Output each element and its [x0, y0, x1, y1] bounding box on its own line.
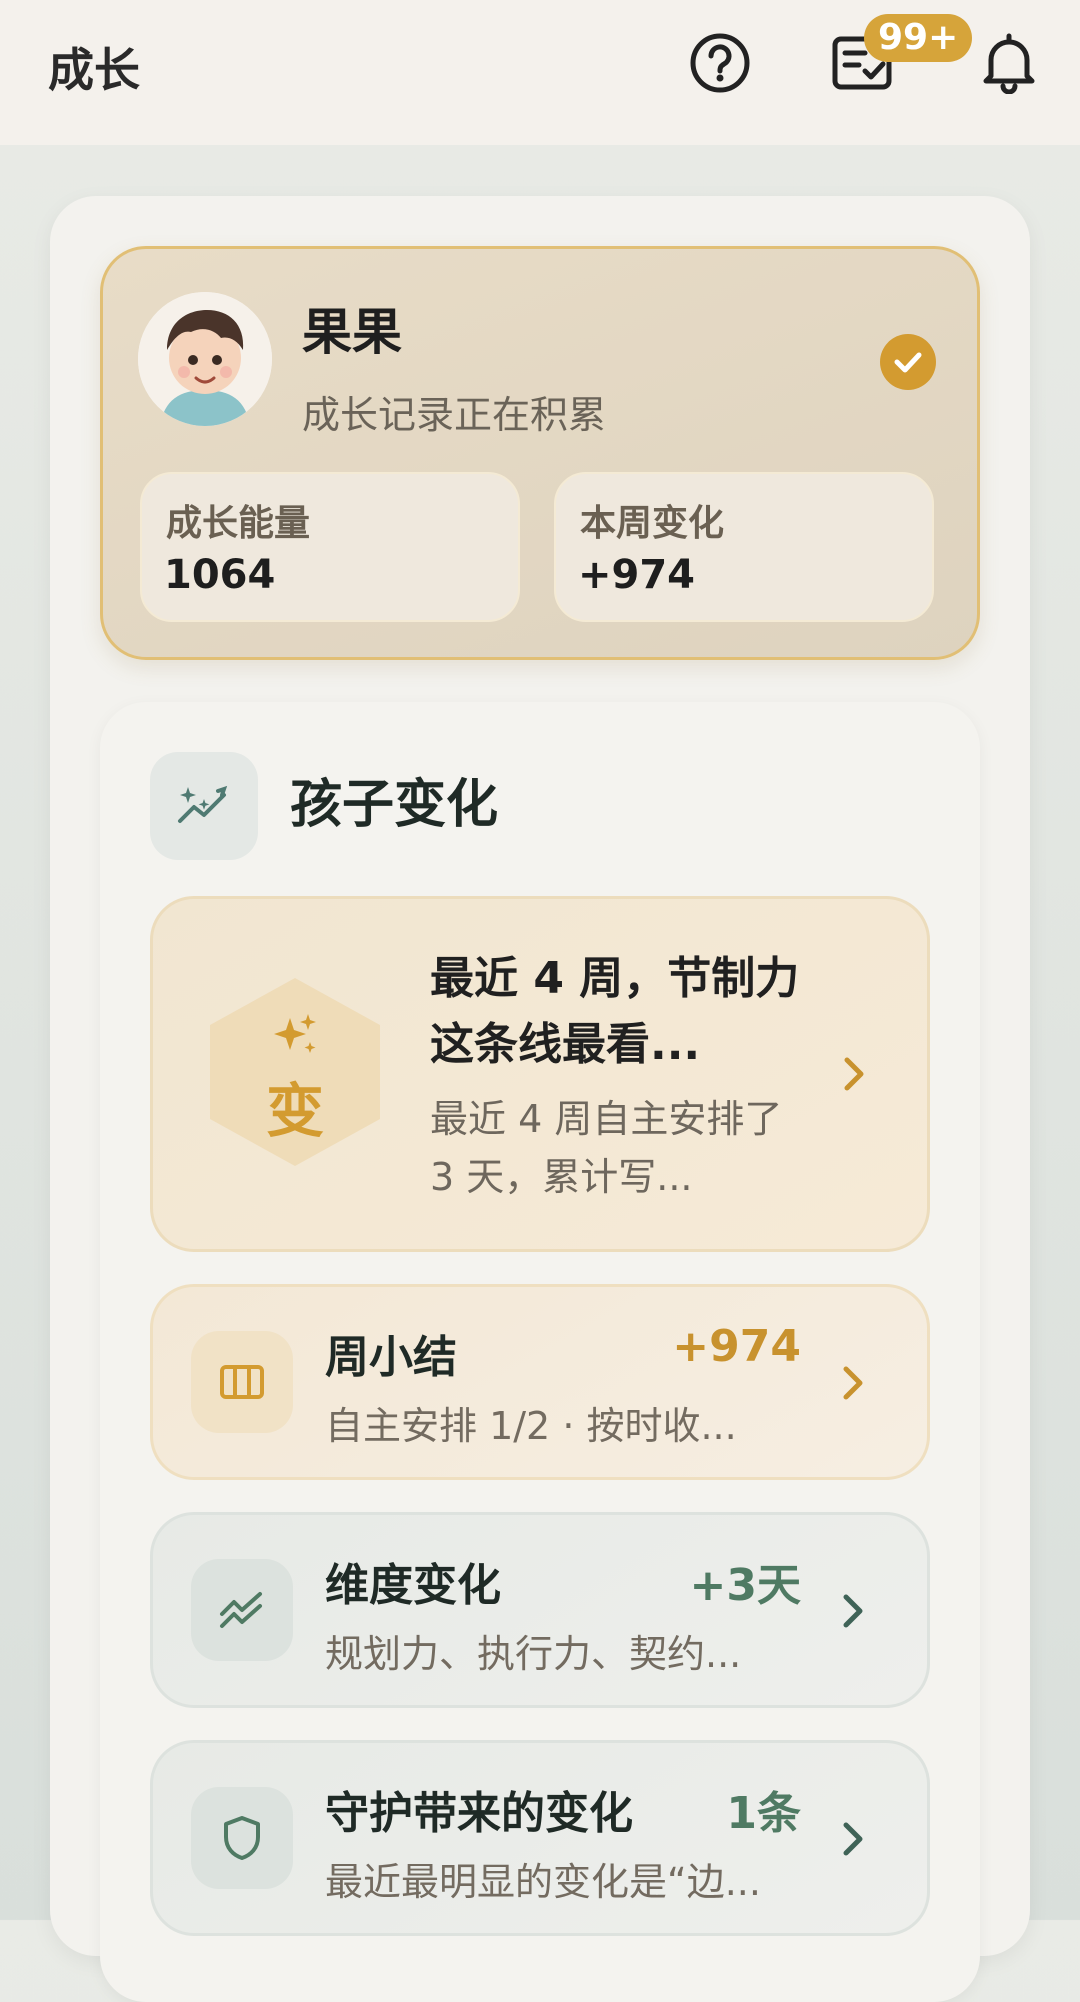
weekly-change-stat: 本周变化 +974 — [554, 472, 934, 622]
stat-value: 1064 — [164, 552, 276, 598]
highlight-description: 最近 4 周自主安排了 3 天，累计写... — [430, 1097, 783, 1199]
avatar — [138, 292, 272, 426]
profile-subtitle: 成长记录正在积累 — [302, 393, 607, 437]
stat-label: 本周变化 — [580, 503, 725, 544]
child-name: 果果 — [302, 303, 402, 361]
trend-icon — [191, 1559, 293, 1661]
section-title: 孩子变化 — [290, 775, 499, 835]
sparkle-trend-icon — [150, 752, 258, 860]
dimension-change-row[interactable]: 维度变化 +3天 规划力、执行力、契约... — [150, 1512, 930, 1708]
row-value: 1条 — [726, 1788, 801, 1839]
chevron-right-icon[interactable] — [834, 1054, 874, 1094]
shield-icon — [191, 1787, 293, 1889]
row-value: +3天 — [689, 1560, 801, 1611]
row-value: +974 — [672, 1321, 801, 1372]
guardian-change-row[interactable]: 守护带来的变化 1条 最近最明显的变化是“边... — [150, 1740, 930, 1936]
stat-value: +974 — [578, 552, 696, 598]
chevron-right-icon[interactable] — [833, 1363, 873, 1403]
growth-energy-stat: 成长能量 1064 — [140, 472, 520, 622]
row-title: 维度变化 — [325, 1560, 501, 1611]
check-circle-icon — [880, 334, 936, 390]
chevron-right-icon[interactable] — [833, 1819, 873, 1859]
bell-icon[interactable] — [974, 28, 1044, 98]
row-description: 自主安排 1/2 · 按时收... — [325, 1404, 737, 1448]
badge-character: 变 — [265, 1077, 324, 1145]
notification-badge: 99+ — [864, 14, 973, 62]
row-title: 周小结 — [325, 1332, 457, 1383]
highlight-title: 最近 4 周，节制力这条线最看... — [430, 953, 800, 1070]
stat-label: 成长能量 — [166, 503, 311, 544]
sparkle-icon — [270, 1012, 320, 1062]
help-icon[interactable] — [685, 28, 755, 98]
page-title: 成长 — [48, 43, 140, 97]
chevron-right-icon[interactable] — [833, 1591, 873, 1631]
calendar-icon — [191, 1331, 293, 1433]
row-description: 最近最明显的变化是“边... — [325, 1860, 761, 1904]
weekly-summary-row[interactable]: 周小结 +974 自主安排 1/2 · 按时收... — [150, 1284, 930, 1480]
row-title: 守护带来的变化 — [325, 1788, 633, 1839]
row-description: 规划力、执行力、契约... — [325, 1632, 742, 1676]
